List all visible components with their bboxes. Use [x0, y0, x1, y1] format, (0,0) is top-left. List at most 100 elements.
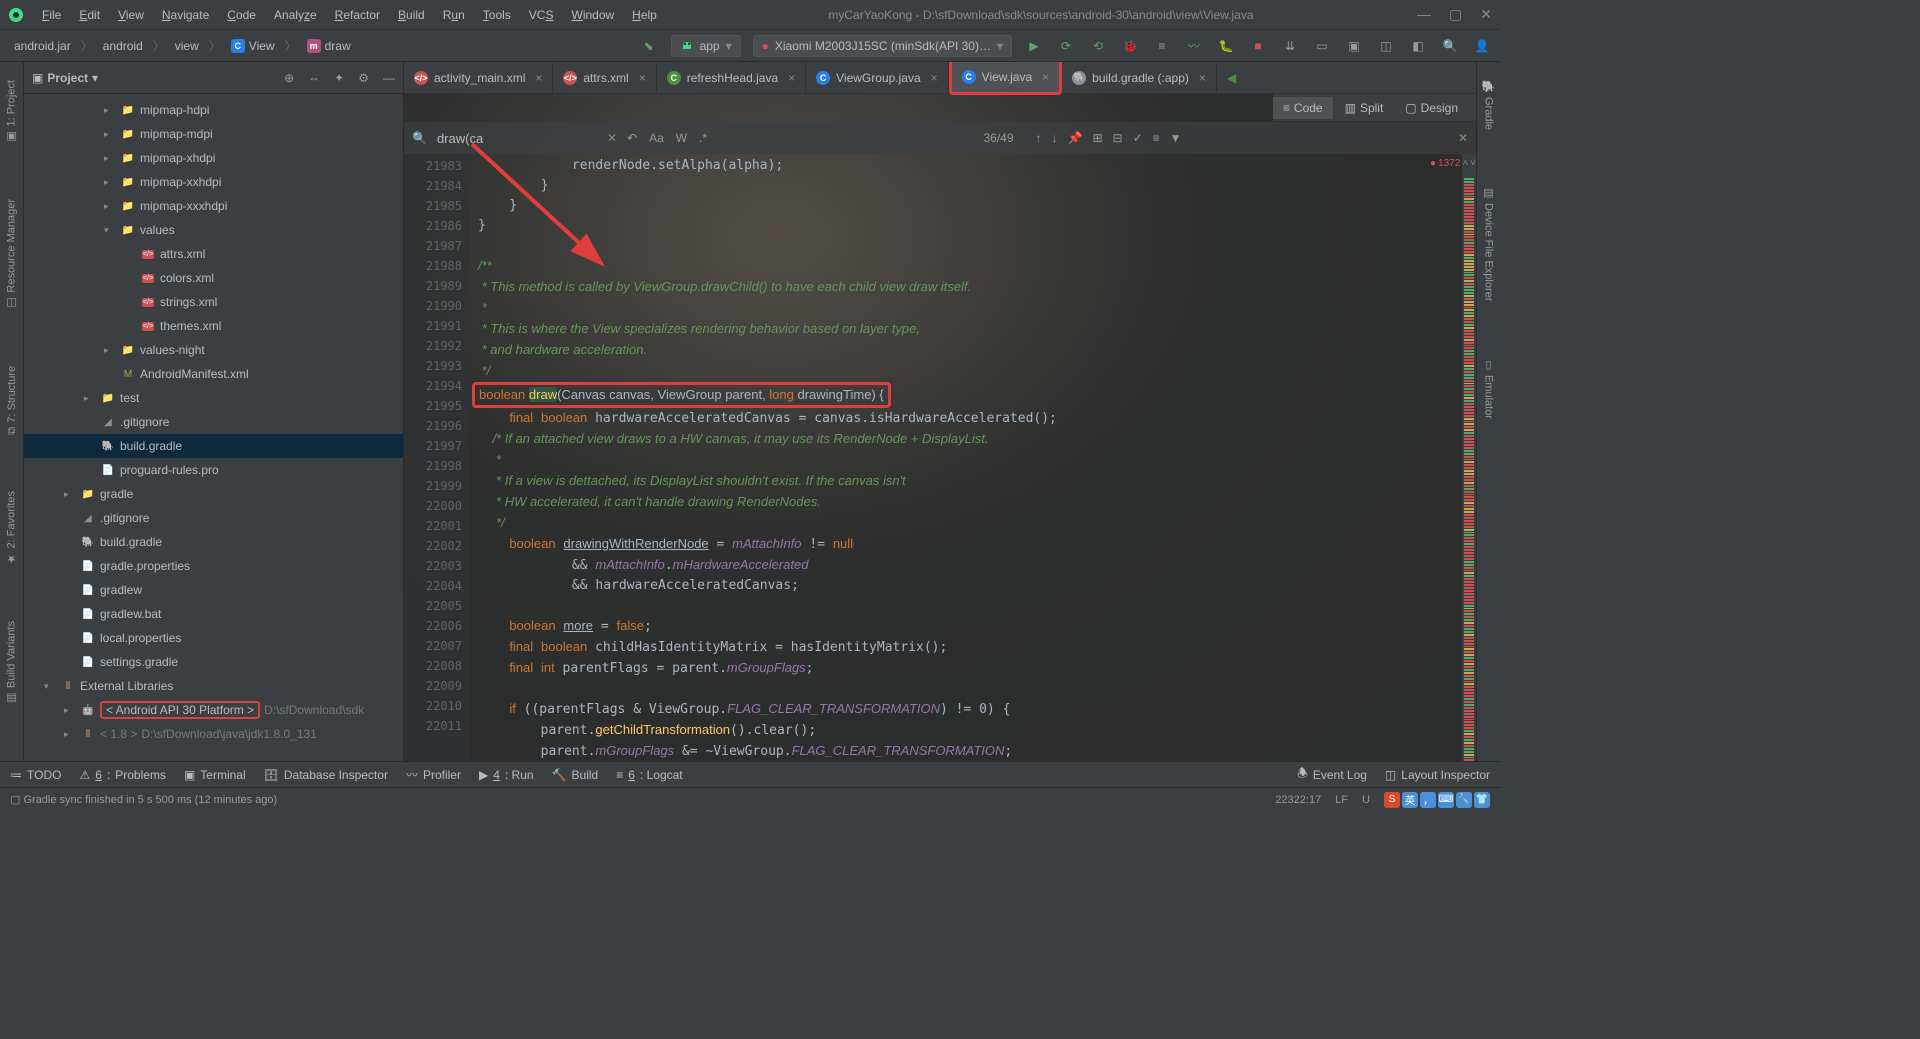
avd-manager-icon[interactable]: ▭	[1312, 36, 1332, 56]
ime-kbd-icon[interactable]: ⌨	[1438, 792, 1454, 808]
resource-manager-icon[interactable]: ◧	[1408, 36, 1428, 56]
expand-all-icon[interactable]: ⇔	[308, 71, 320, 85]
close-button[interactable]: ✕	[1480, 6, 1492, 23]
tree-node[interactable]: 📄settings.gradle	[24, 650, 403, 674]
tree-node[interactable]: 🐘build.gradle	[24, 530, 403, 554]
tree-node[interactable]: ◢.gitignore	[24, 506, 403, 530]
caret-position[interactable]: 22322:17	[1275, 794, 1321, 806]
build-hammer-icon[interactable]: ⬊	[639, 36, 659, 56]
view-mode-design[interactable]: ▢ Design	[1395, 97, 1468, 119]
tree-node[interactable]: ▸📁mipmap-xhdpi	[24, 146, 403, 170]
editor-tab[interactable]: 🐘build.gradle (:app)×	[1062, 62, 1217, 93]
tool-build-variants[interactable]: ▤ Build Variants	[3, 613, 20, 713]
problems-badge[interactable]: ●1372 ˄ ˅	[1430, 158, 1476, 169]
menu-run[interactable]: Run	[435, 4, 473, 26]
editor-tab[interactable]: CrefreshHead.java×	[657, 62, 806, 93]
ime-lang-icon[interactable]: 英	[1402, 792, 1418, 808]
tool-device-file-explorer[interactable]: ▤ Device File Explorer	[1480, 178, 1497, 309]
pin-icon[interactable]: 📌	[1068, 131, 1083, 145]
menu-vcs[interactable]: VCS	[521, 4, 562, 26]
tool-terminal[interactable]: ▣ Terminal	[184, 768, 246, 782]
tree-node[interactable]: 🐘build.gradle	[24, 434, 403, 458]
view-mode-code[interactable]: ≡ Code	[1273, 97, 1333, 119]
hide-icon[interactable]: —	[383, 71, 395, 85]
menu-tools[interactable]: Tools	[475, 4, 519, 26]
tree-node[interactable]: MAndroidManifest.xml	[24, 362, 403, 386]
menu-navigate[interactable]: Navigate	[154, 4, 217, 26]
restart-activity-icon[interactable]: ⟲	[1088, 36, 1108, 56]
toggle-icon[interactable]: ✓	[1133, 131, 1143, 145]
apply-changes-icon[interactable]: ⟳	[1056, 36, 1076, 56]
menu-analyze[interactable]: Analyze	[266, 4, 325, 26]
next-match-icon[interactable]: ↓	[1052, 131, 1058, 145]
tree-node[interactable]: ▸📁mipmap-mdpi	[24, 122, 403, 146]
tool-logcat[interactable]: ≡ 6: Logcat	[616, 768, 682, 782]
view-mode-split[interactable]: ▥ Split	[1335, 97, 1394, 119]
filter-icon[interactable]: ▼	[1170, 131, 1182, 145]
attach-debugger-icon[interactable]: 🐛	[1216, 36, 1236, 56]
search-everywhere-icon[interactable]: 🔍	[1440, 36, 1460, 56]
tree-node[interactable]: 📄gradlew	[24, 578, 403, 602]
tree-node[interactable]: ◢.gitignore	[24, 410, 403, 434]
maximize-button[interactable]: ▢	[1449, 6, 1462, 23]
close-tab-icon[interactable]: ×	[1042, 70, 1049, 84]
settings-icon[interactable]: ⚙	[358, 71, 369, 85]
coverage-icon[interactable]: ≡	[1152, 36, 1172, 56]
tree-node[interactable]: ▾📁values	[24, 218, 403, 242]
collapse-all-icon[interactable]: ✦	[334, 71, 344, 85]
tree-node[interactable]: ▸📁gradle	[24, 482, 403, 506]
tool-resource-manager[interactable]: ◫ Resource Manager	[3, 191, 20, 318]
add-selection-icon[interactable]: ⊞	[1092, 131, 1102, 145]
menu-file[interactable]: FFileile	[34, 4, 69, 26]
select-all-icon[interactable]: ⊟	[1113, 131, 1123, 145]
status-icon[interactable]: ▢	[10, 793, 20, 806]
tool-run[interactable]: ▶ 4: Run	[479, 768, 534, 782]
crumb-jar[interactable]: android.jar	[8, 37, 77, 55]
close-tab-icon[interactable]: ×	[639, 71, 646, 85]
code-editor[interactable]: renderNode.setAlpha(alpha); } } } /** * …	[470, 154, 1462, 761]
words-icon[interactable]: W	[676, 131, 687, 145]
tree-node[interactable]: 📄proguard-rules.pro	[24, 458, 403, 482]
ime-tool-icon[interactable]: 🔧	[1456, 792, 1472, 808]
ime-skin-icon[interactable]: 👕	[1474, 792, 1490, 808]
tree-node[interactable]: ▸📁mipmap-hdpi	[24, 98, 403, 122]
close-tab-icon[interactable]: ×	[788, 71, 795, 85]
prev-match-icon[interactable]: ↑	[1036, 131, 1042, 145]
tool-problems[interactable]: ⚠ 6: Problems	[79, 768, 165, 782]
settings-find-icon[interactable]: ≡	[1153, 131, 1160, 145]
debug-button[interactable]: 🐞	[1120, 36, 1140, 56]
tool-favorites[interactable]: ★ 2: Favorites	[3, 483, 20, 573]
regex-icon[interactable]: .*	[699, 131, 707, 145]
menu-help[interactable]: Help	[624, 4, 665, 26]
sdk-manager-icon[interactable]: ▣	[1344, 36, 1364, 56]
editor-tab[interactable]: </>activity_main.xml×	[404, 62, 553, 93]
crumb-method[interactable]: mdraw	[301, 37, 357, 55]
editor-tab[interactable]: CViewGroup.java×	[806, 62, 949, 93]
menu-window[interactable]: Window	[563, 4, 622, 26]
tool-todo[interactable]: ≔ TODO	[10, 768, 61, 782]
menu-edit[interactable]: Edit	[71, 4, 108, 26]
tree-node[interactable]: </>themes.xml	[24, 314, 403, 338]
menu-view[interactable]: View	[110, 4, 152, 26]
tree-node[interactable]: ▸📁test	[24, 386, 403, 410]
tree-node[interactable]: ▾⫴External Libraries	[24, 674, 403, 698]
crumb-pkg-view[interactable]: view	[169, 37, 205, 55]
tool-profiler[interactable]: 〰 Profiler	[406, 766, 461, 783]
device-selector[interactable]: ● Xiaomi M2003J15SC (minSdk(API 30)…▾	[753, 35, 1012, 57]
stop-button[interactable]: ■	[1248, 36, 1268, 56]
menu-refactor[interactable]: Refactor	[327, 4, 388, 26]
close-tab-icon[interactable]: ×	[1199, 71, 1206, 85]
tool-build[interactable]: 🔨 Build	[552, 768, 599, 782]
match-case-icon[interactable]: Aa	[649, 131, 664, 145]
prev-occurrence-icon[interactable]: ↶	[627, 131, 637, 145]
menu-code[interactable]: Code	[219, 4, 264, 26]
project-tree[interactable]: ▸📁mipmap-hdpi▸📁mipmap-mdpi▸📁mipmap-xhdpi…	[24, 94, 403, 761]
minimize-button[interactable]: —	[1417, 6, 1431, 23]
line-gutter[interactable]: 2198321984219852198621987219882198921990…	[404, 154, 470, 761]
sync-gradle-icon[interactable]: ⇊	[1280, 36, 1300, 56]
find-input[interactable]	[437, 131, 597, 146]
crumb-pkg-android[interactable]: android	[97, 37, 149, 55]
line-ending[interactable]: LF	[1335, 794, 1348, 806]
editor-tab[interactable]: CView.java×	[949, 62, 1063, 95]
tree-node[interactable]: ▸⫴< 1.8 > D:\sfDownload\java\jdk1.8.0_13…	[24, 722, 403, 746]
